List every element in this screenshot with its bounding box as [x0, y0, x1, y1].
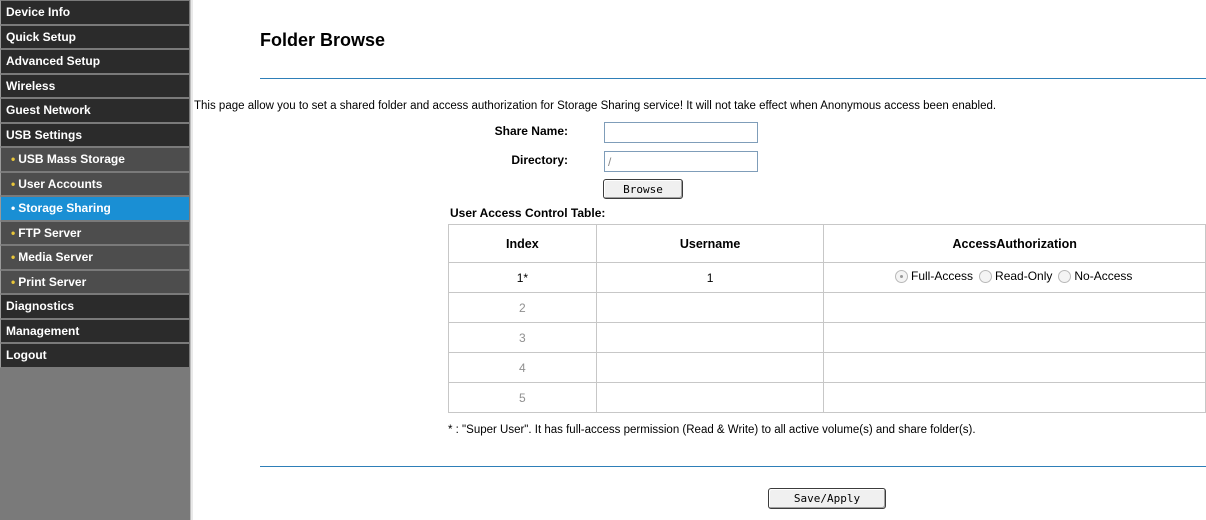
browse-button[interactable]: Browse [603, 179, 683, 199]
table-row: 4 [448, 352, 1206, 383]
radio-label: Read-Only [995, 269, 1053, 284]
sidebar-item-usb-mass-storage[interactable]: • USB Mass Storage [0, 147, 190, 172]
row-username [595, 382, 825, 413]
row-index: 2 [448, 292, 597, 323]
column-header-username: Username [595, 224, 825, 263]
save-apply-button[interactable]: Save/Apply [768, 488, 886, 509]
sidebar-item-device-info[interactable]: Device Info [0, 0, 190, 25]
row-username [595, 352, 825, 383]
sidebar-item-label: Diagnostics [6, 299, 75, 313]
user-access-table: Index Username AccessAuthorization 1* 1 … [448, 224, 1206, 413]
main-content: Folder Browse This page allow you to set… [194, 0, 1206, 520]
share-name-label: Share Name: [494, 124, 568, 138]
bullet-icon: • [11, 250, 16, 264]
super-user-footnote: * : "Super User". It has full-access per… [448, 424, 976, 436]
sidebar-item-wireless[interactable]: Wireless [0, 73, 190, 98]
row-access [823, 352, 1206, 383]
table-row: 2 [448, 292, 1206, 323]
sidebar-nav: Device Info Quick Setup Advanced Setup W… [0, 0, 190, 520]
row-index: 5 [448, 382, 597, 413]
bullet-icon: • [11, 152, 16, 166]
sidebar-item-diagnostics[interactable]: Diagnostics [0, 294, 190, 319]
column-header-index: Index [448, 224, 597, 263]
radio-option-no-access[interactable]: No-Access [1058, 269, 1132, 283]
divider-bottom [260, 466, 1206, 467]
table-row: 1* 1 Full-Access Read-Only No-Access [448, 262, 1206, 293]
sidebar-item-label: Device Info [6, 5, 71, 19]
share-name-input[interactable] [604, 122, 758, 143]
sidebar-item-label: USB Settings [6, 127, 83, 142]
sidebar-item-quick-setup[interactable]: Quick Setup [0, 24, 190, 49]
table-row: 5 [448, 382, 1206, 413]
sidebar-item-label: Print Server [18, 274, 87, 289]
table-header-row: Index Username AccessAuthorization [448, 224, 1206, 263]
bullet-icon: • [11, 225, 16, 240]
sidebar-item-label: Wireless [6, 78, 56, 93]
radio-icon[interactable] [1058, 269, 1072, 283]
sidebar-item-ftp-server[interactable]: • FTP Server [0, 220, 190, 245]
sidebar-item-management[interactable]: Management [0, 318, 190, 343]
row-access [823, 292, 1206, 323]
radio-option-read-only[interactable]: Read-Only [979, 269, 1052, 283]
page-title: Folder Browse [260, 30, 386, 50]
row-username: 1 [595, 262, 825, 293]
row-access [823, 322, 1206, 353]
column-header-access: AccessAuthorization [823, 224, 1206, 263]
radio-label: Full-Access [911, 269, 974, 284]
sidebar-item-label: Advanced Setup [6, 54, 101, 68]
sidebar-item-label: Management [6, 323, 80, 338]
row-index: 1* [448, 262, 597, 293]
row-access: Full-Access Read-Only No-Access [823, 262, 1206, 293]
row-index: 4 [448, 352, 597, 383]
row-username [595, 322, 825, 353]
sidebar-item-logout[interactable]: Logout [0, 343, 190, 368]
bullet-icon: • [11, 274, 16, 289]
table-caption: User Access Control Table: [450, 206, 606, 220]
sidebar-item-label: User Accounts [18, 176, 103, 191]
sidebar-item-label: Storage Sharing [18, 201, 111, 215]
access-radio-group: Full-Access Read-Only No-Access [895, 269, 1134, 283]
sidebar-item-label: FTP Server [18, 225, 82, 240]
sidebar-item-advanced-setup[interactable]: Advanced Setup [0, 49, 190, 74]
sidebar-item-user-accounts[interactable]: • User Accounts [0, 171, 190, 196]
directory-label: Directory: [511, 153, 568, 167]
sidebar-item-label: Media Server [18, 250, 93, 264]
radio-checked-icon[interactable] [895, 269, 909, 283]
sidebar-item-storage-sharing[interactable]: • Storage Sharing [0, 196, 190, 221]
sidebar-item-label: Guest Network [6, 103, 91, 117]
row-username [595, 292, 825, 323]
directory-input[interactable] [604, 151, 758, 172]
bullet-icon: • [11, 201, 16, 215]
sidebar-item-print-server[interactable]: • Print Server [0, 269, 190, 294]
divider-top [260, 78, 1206, 79]
radio-icon[interactable] [979, 269, 993, 283]
bullet-icon: • [11, 176, 16, 191]
sidebar-item-usb-settings[interactable]: USB Settings [0, 122, 190, 147]
radio-option-full-access[interactable]: Full-Access [895, 269, 973, 283]
sidebar-item-media-server[interactable]: • Media Server [0, 245, 190, 270]
sidebar-item-label: USB Mass Storage [18, 152, 125, 166]
sidebar-item-label: Quick Setup [6, 29, 77, 44]
row-access [823, 382, 1206, 413]
sidebar-item-guest-network[interactable]: Guest Network [0, 98, 190, 123]
table-row: 3 [448, 322, 1206, 353]
radio-label: No-Access [1074, 269, 1133, 284]
frame-divider [190, 0, 193, 520]
sidebar-item-label: Logout [6, 348, 47, 362]
row-index: 3 [448, 322, 597, 353]
page-description: This page allow you to set a shared fold… [194, 100, 997, 112]
